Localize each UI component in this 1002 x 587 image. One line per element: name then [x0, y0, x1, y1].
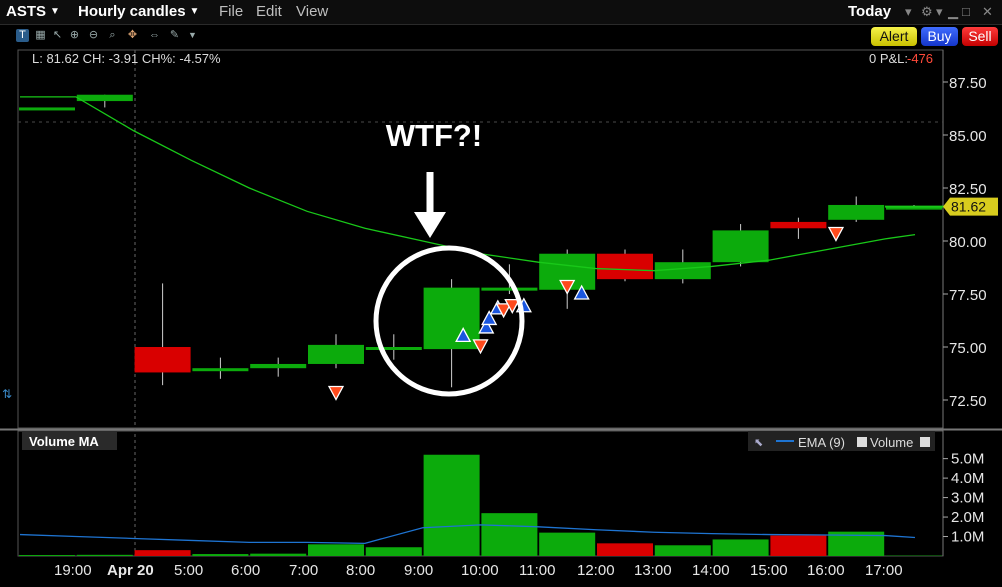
time-tick-label: 9:00	[404, 562, 433, 579]
last-price-label: 81.62	[951, 199, 986, 215]
price-tick-label: 77.50	[949, 287, 987, 304]
pin-icon[interactable]: ⬉	[754, 437, 763, 449]
candle-body	[308, 344, 364, 364]
candle-body	[250, 363, 307, 369]
time-tick-label: 16:00	[807, 562, 845, 579]
volume-tick-label: 5.0M	[951, 451, 984, 468]
sell-marker	[827, 226, 845, 242]
volume-bar	[76, 554, 133, 556]
annotation-arrow-head	[414, 212, 446, 238]
candle-body	[481, 287, 538, 291]
volume-toggle-checkbox[interactable]	[920, 437, 930, 447]
volume-tick-label: 3.0M	[951, 490, 984, 507]
candle-body	[134, 347, 191, 373]
candle-body	[192, 368, 249, 372]
time-tick-label: 10:00	[461, 562, 499, 579]
volume-tick-label: 2.0M	[951, 509, 984, 526]
price-tick-label: 85.00	[949, 128, 987, 145]
price-tick-label: 80.00	[949, 234, 987, 251]
volume-bar	[654, 545, 711, 556]
volume-bar	[712, 539, 769, 556]
volume-bar	[134, 550, 191, 556]
pl-label: 0 P&L:	[869, 51, 908, 66]
price-tick-label: 72.50	[949, 393, 987, 410]
candle-body	[712, 230, 769, 263]
volume-bar	[597, 543, 653, 556]
candle-body	[423, 287, 480, 350]
candle-body	[654, 262, 711, 280]
volume-bar	[365, 547, 422, 556]
volume-panel-title: Volume MA	[29, 434, 99, 449]
candle-body	[76, 94, 133, 102]
annotation-text: WTF?!	[386, 118, 482, 153]
volume-bar	[192, 554, 249, 556]
time-tick-label: 14:00	[692, 562, 730, 579]
ema-toggle-checkbox[interactable]	[857, 437, 867, 447]
candle-body	[828, 204, 885, 220]
time-tick-label: 7:00	[289, 562, 318, 579]
price-tick-label: 82.50	[949, 181, 987, 198]
info-readout: L: 81.62 CH: -3.91 CH%: -4.57%	[32, 51, 221, 66]
time-tick-label: Apr 20	[107, 562, 154, 579]
chart-frame	[0, 49, 1002, 557]
volume-bar	[250, 553, 307, 556]
volume-bars	[19, 454, 942, 556]
price-tick-label: 87.50	[949, 75, 987, 92]
candle-body	[597, 253, 653, 280]
price-tick-label: 75.00	[949, 340, 987, 357]
price-chart[interactable]: WTF?! 87.50 85.00 82.50 80.00 77.50 75.00 72.5…	[0, 0, 1002, 587]
time-tick-label: 13:00	[634, 562, 672, 579]
sell-marker	[327, 385, 345, 401]
volume-bar	[539, 532, 596, 556]
volume-tick-label: 1.0M	[951, 529, 984, 546]
time-tick-label: 15:00	[750, 562, 788, 579]
time-tick-label: 11:00	[519, 562, 555, 579]
time-tick-label: 8:00	[346, 562, 375, 579]
time-tick-label: 12:00	[577, 562, 615, 579]
time-tick-label: 19:00	[54, 562, 92, 579]
time-tick-label: 5:00	[174, 562, 203, 579]
volume-bar	[770, 535, 827, 556]
volume-tick-label: 4.0M	[951, 470, 984, 487]
volume-bar	[481, 513, 538, 556]
candle-body	[770, 221, 827, 229]
volume-legend-label: Volume	[870, 435, 913, 450]
volume-bar	[308, 544, 364, 556]
time-tick-label: 17:00	[865, 562, 903, 579]
candle-body	[19, 107, 75, 111]
volume-bar	[423, 454, 480, 556]
time-tick-label: 6:00	[231, 562, 260, 579]
candle-body	[365, 347, 422, 350]
pl-value: -476	[907, 51, 933, 66]
volume-bar	[19, 555, 75, 556]
ema-legend-label: EMA (9)	[798, 435, 845, 450]
axis-labels: 87.50 85.00 82.50 80.00 77.50 75.00 72.50 81.62…	[54, 75, 998, 579]
scroll-handle-icon[interactable]: ⇅	[2, 387, 12, 401]
